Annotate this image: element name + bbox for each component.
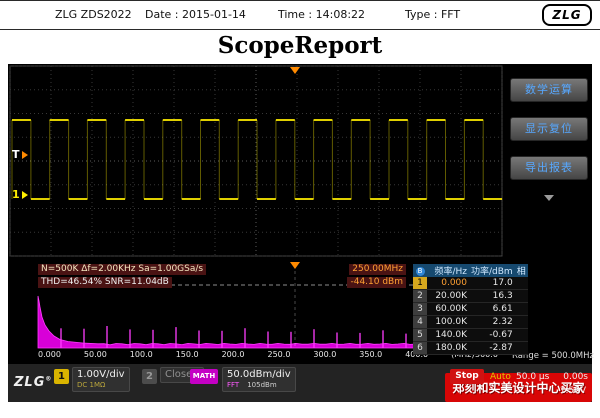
scope-report-page: ZLG ZDS2022 Date : 2015-01-14 Time : 14:… bbox=[0, 0, 600, 418]
cursor-power-readout: -44.10 dBm bbox=[347, 277, 406, 288]
row-index: 1 bbox=[413, 277, 427, 290]
oscilloscope-screen: T 1 数学运算显示复位导出报表 N=500K Δf=2.00KHz Sa=1.… bbox=[8, 64, 594, 402]
side-button-display-reset[interactable]: 显示复位 bbox=[510, 117, 588, 141]
report-type: Type : FFT bbox=[405, 8, 461, 21]
freq-value: 180.0K bbox=[427, 341, 469, 355]
marker-b-icon: B bbox=[415, 266, 425, 276]
row-index: 2 bbox=[413, 289, 427, 303]
channel1-arrow-icon bbox=[21, 190, 28, 199]
freq-axis-label: 150.0 bbox=[175, 350, 199, 359]
page-title: ScopeReport bbox=[217, 32, 383, 59]
power-value: -0.67 bbox=[469, 328, 515, 342]
device-model: ZLG ZDS2022 bbox=[55, 8, 132, 21]
row-index: 3 bbox=[413, 302, 427, 316]
zlg-logo-small: ZLG® bbox=[14, 375, 52, 390]
freq-axis-label: 350.0 bbox=[359, 350, 383, 359]
trigger-mode[interactable]: Auto bbox=[490, 372, 511, 382]
registered-mark: ® bbox=[45, 375, 53, 383]
row-index: 6 bbox=[413, 341, 427, 355]
harmonic-row-1[interactable]: 1 0.000 17.0 bbox=[413, 277, 528, 290]
math-settings[interactable]: 50.0dBm/div FFT 105dBm bbox=[222, 367, 296, 392]
marker-b-cell: B bbox=[413, 264, 427, 277]
phase-value bbox=[514, 328, 528, 342]
channel1-scale: 1.00V/div bbox=[77, 369, 125, 380]
freq-axis-label: 100.0 bbox=[129, 350, 153, 359]
freq-value: 140.0K bbox=[427, 328, 469, 342]
power-value: -2.87 bbox=[469, 341, 515, 355]
fft-info-line2: THD=46.54% SNR=11.04dB bbox=[38, 277, 172, 288]
zlg-logo: ZLG bbox=[542, 4, 592, 26]
math-offset: 105dBm bbox=[247, 381, 277, 389]
phase-value bbox=[514, 341, 528, 355]
harmonic-row-5[interactable]: 5 140.0K -0.67 bbox=[413, 328, 528, 342]
trigger-marker-label: T bbox=[12, 148, 20, 161]
harmonic-row-6[interactable]: 6 180.0K -2.87 bbox=[413, 341, 528, 355]
math-mode: FFT bbox=[227, 381, 240, 389]
trigger-arrow-icon bbox=[21, 150, 28, 159]
report-date: Date : 2015-01-14 bbox=[145, 8, 246, 21]
harmonic-row-2[interactable]: 2 20.00K 16.3 bbox=[413, 289, 528, 303]
status-bar: ZLG® 1 1.00V/div DC 1MΩ 2 Closed MATH 50… bbox=[8, 364, 592, 402]
channel1-coupling: DC 1MΩ bbox=[77, 381, 106, 389]
harmonics-header-row: B 频率/Hz 功率/dBm 相 bbox=[413, 264, 528, 277]
power-value: 2.32 bbox=[469, 315, 515, 329]
freq-axis-label: 250.0 bbox=[267, 350, 291, 359]
waveform-display bbox=[9, 65, 503, 257]
phase-value bbox=[514, 302, 528, 316]
freq-axis-label: 50.00 bbox=[83, 350, 107, 359]
channel1-marker-label: 1 bbox=[12, 188, 20, 201]
harmonics-table: B 频率/Hz 功率/dBm 相 1 0.000 17.0 2 20.00K 16.3 3 6… bbox=[413, 264, 528, 355]
trigger-delay-readout: 0.00s bbox=[563, 372, 588, 382]
cursor-frequency-readout: 250.00MHz bbox=[349, 264, 406, 275]
channel1-settings[interactable]: 1.00V/div DC 1MΩ bbox=[72, 367, 130, 392]
freq-value: 20.00K bbox=[427, 289, 469, 303]
power-value: 6.61 bbox=[469, 302, 515, 316]
report-time: Time : 14:08:22 bbox=[278, 8, 366, 21]
freq-value: 0.000 bbox=[427, 277, 469, 290]
timebase-readout[interactable]: 50.0 μs bbox=[516, 372, 549, 382]
row-index: 4 bbox=[413, 315, 427, 329]
zlg-logo-text: ZLG bbox=[14, 375, 46, 390]
freq-axis-label: 200.0 bbox=[221, 350, 245, 359]
softkey-panel: 数学运算显示复位导出报表 bbox=[510, 78, 588, 201]
power-value: 16.3 bbox=[469, 289, 515, 303]
row-index: 5 bbox=[413, 328, 427, 342]
dropdown-arrow-icon[interactable] bbox=[544, 195, 554, 201]
freq-axis-label: 300.0 bbox=[313, 350, 337, 359]
math-scale: 50.0dBm/div bbox=[227, 369, 291, 380]
trigger-level-marker[interactable]: T bbox=[12, 148, 28, 161]
channel1-marker[interactable]: 1 bbox=[12, 188, 28, 201]
col-phase: 相 bbox=[514, 264, 528, 277]
harmonic-row-3[interactable]: 3 60.00K 6.61 bbox=[413, 302, 528, 316]
phase-value bbox=[514, 277, 528, 290]
channel2-badge[interactable]: 2 bbox=[142, 369, 157, 384]
trigger-level-readout: 1.58V bbox=[559, 386, 586, 396]
freq-value: 100.0K bbox=[427, 315, 469, 329]
phase-value bbox=[514, 289, 528, 303]
freq-axis-label: 0.000 bbox=[38, 350, 61, 359]
side-button-export-report[interactable]: 导出报表 bbox=[510, 156, 588, 180]
math-badge[interactable]: MATH bbox=[190, 369, 218, 384]
phase-value bbox=[514, 315, 528, 329]
col-frequency: 频率/Hz bbox=[427, 264, 469, 277]
side-button-math-operation[interactable]: 数学运算 bbox=[510, 78, 588, 102]
col-power: 功率/dBm bbox=[469, 264, 515, 277]
report-header: ZLG ZDS2022 Date : 2015-01-14 Time : 14:… bbox=[0, 0, 600, 30]
harmonic-row-4[interactable]: 4 100.0K 2.32 bbox=[413, 315, 528, 329]
run-state-badge[interactable]: Stop bbox=[450, 369, 484, 384]
freq-value: 60.00K bbox=[427, 302, 469, 316]
fft-info-line1: N=500K Δf=2.00KHz Sa=1.00GSa/s bbox=[38, 264, 207, 275]
power-value: 17.0 bbox=[469, 277, 515, 290]
channel1-badge[interactable]: 1 bbox=[54, 369, 69, 384]
